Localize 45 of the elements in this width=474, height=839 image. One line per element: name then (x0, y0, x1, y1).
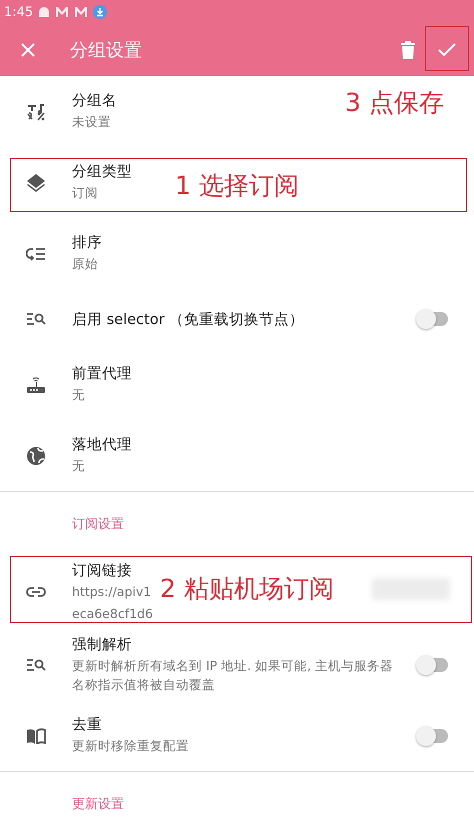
setting-title: 分组类型 (72, 163, 132, 182)
layers-icon (26, 172, 46, 192)
setting-title: 启用 selector （免重载切换节点） (72, 310, 304, 328)
status-time: 1:45 (4, 4, 34, 20)
close-icon (20, 42, 36, 58)
android-icon (38, 6, 50, 18)
setting-title: 分组名 (72, 92, 117, 110)
section-header: 更新设置 (72, 796, 124, 812)
toggle-switch[interactable] (418, 728, 448, 742)
trash-icon (401, 41, 415, 59)
setting-value: eca6e8cf1d6 (72, 604, 153, 622)
setting-value: 未设置 (72, 113, 111, 132)
setting-title: 强制解析 (72, 636, 132, 654)
setting-title: 订阅链接 (72, 562, 132, 580)
link-icon (26, 587, 46, 597)
setting-value: 更新时解析所有域名到 IP 地址. 如果可能, 主机与服务器名称指示值将被自动覆盖 (72, 657, 394, 694)
setting-title: 去重 (72, 716, 102, 734)
list-search-icon (26, 312, 46, 326)
sort-icon (26, 246, 46, 262)
setting-value: 订阅 (72, 184, 98, 202)
annotation-text: 2 粘贴机场订阅 (160, 573, 334, 605)
setting-value: 无 (72, 457, 85, 476)
router-icon (26, 374, 46, 394)
toggle-switch[interactable] (418, 312, 448, 326)
setting-value: 原始 (72, 255, 98, 274)
setting-title: 落地代理 (72, 436, 132, 454)
app-bar-title: 分组设置 (70, 39, 143, 62)
mail-icon (55, 6, 70, 18)
download-icon (93, 5, 108, 19)
annotation-text: 3 点保存 (345, 87, 444, 119)
setting-title: 前置代理 (72, 365, 132, 384)
list-search-icon (26, 658, 46, 672)
setting-value: 更新时移除重复配置 (72, 737, 189, 756)
annotation-text: 1 选择订阅 (175, 170, 299, 202)
check-icon (438, 43, 456, 57)
setting-value: https://apiv1 (72, 583, 152, 602)
setting-value: 无 (72, 386, 85, 404)
text-format-icon (26, 102, 46, 122)
toggle-switch[interactable] (418, 658, 448, 672)
globe-icon (26, 446, 46, 466)
mail-icon (74, 6, 88, 18)
book-icon (26, 728, 46, 744)
setting-title: 排序 (72, 234, 102, 252)
section-header: 订阅设置 (72, 516, 124, 532)
highlight-frame (425, 26, 469, 71)
